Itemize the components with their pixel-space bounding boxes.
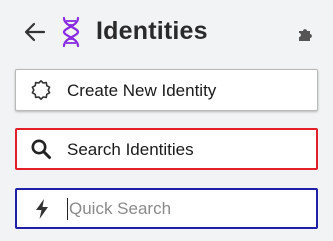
quick-search-box[interactable] bbox=[15, 188, 318, 229]
dna-icon bbox=[62, 16, 80, 48]
puzzle-icon[interactable] bbox=[296, 25, 314, 43]
search-identities-button[interactable]: Search Identities bbox=[15, 128, 318, 170]
search-identities-label: Search Identities bbox=[67, 140, 194, 159]
arrow-left-icon[interactable] bbox=[22, 19, 48, 45]
header: Identities bbox=[0, 8, 333, 58]
create-new-identity-button[interactable]: Create New Identity bbox=[15, 69, 318, 111]
lightning-icon bbox=[36, 199, 48, 219]
page-title: Identities bbox=[96, 17, 208, 45]
search-icon bbox=[31, 139, 51, 159]
create-new-identity-label: Create New Identity bbox=[67, 81, 217, 100]
cog-outline-icon bbox=[31, 80, 51, 100]
quick-search-input[interactable] bbox=[65, 196, 309, 222]
identities-panel: Identities Create New Identity Search Id… bbox=[0, 0, 333, 241]
